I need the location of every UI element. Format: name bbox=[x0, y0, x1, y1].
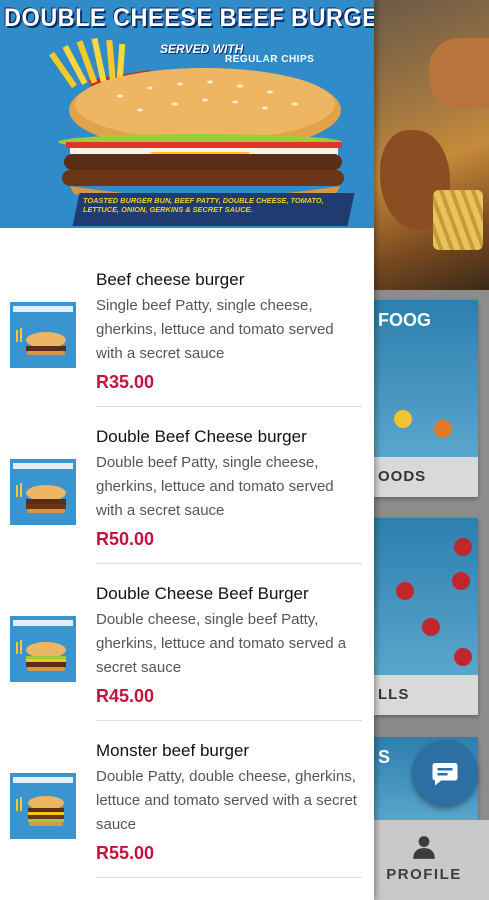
menu-item-thumbnail bbox=[10, 302, 76, 368]
menu-item-thumbnail bbox=[10, 773, 76, 839]
banner-caption: Toasted burger bun, beef patty, double c… bbox=[72, 193, 355, 226]
menu-item-name: Beef cheese burger bbox=[96, 270, 245, 289]
person-icon bbox=[413, 836, 435, 859]
chat-bubble-icon bbox=[432, 763, 458, 786]
category-card-meals[interactable]: LLS bbox=[374, 518, 478, 715]
menu-item-description: Double cheese, single beef Patty, gherki… bbox=[96, 611, 347, 676]
menu-drawer: DOUBLE CHEESE BEEF BURGER SERVED WITH RE… bbox=[0, 0, 374, 900]
category-card-foods[interactable]: FOOG OODS bbox=[374, 300, 478, 497]
menu-item[interactable]: Beef cheese burger Single beef Patty, si… bbox=[0, 250, 374, 407]
divider bbox=[96, 877, 362, 878]
menu-item-description: Double Patty, double cheese, gherkins, l… bbox=[96, 768, 357, 833]
menu-item[interactable]: Double Beef Cheese burger Double beef Pa… bbox=[0, 407, 374, 564]
menu-item-price: R50.00 bbox=[96, 529, 155, 549]
menu-item-description: Single beef Patty, single cheese, gherki… bbox=[96, 297, 334, 362]
menu-item-price: R35.00 bbox=[96, 372, 155, 392]
menu-item-price: R45.00 bbox=[96, 686, 155, 706]
menu-item-price: R55.00 bbox=[96, 843, 155, 863]
menu-item-name: Monster beef burger bbox=[96, 741, 250, 760]
background-food-photo bbox=[374, 0, 489, 290]
menu-item-name: Double Beef Cheese burger bbox=[96, 427, 307, 446]
chat-button[interactable] bbox=[412, 740, 478, 806]
menu-item[interactable]: Monster beef burger Double Patty, double… bbox=[0, 721, 374, 878]
nav-tab-profile[interactable]: PROFILE bbox=[376, 830, 472, 892]
menu-item[interactable]: Double Cheese Beef Burger Double cheese,… bbox=[0, 564, 374, 721]
category-card-image: FOOG bbox=[374, 300, 478, 457]
menu-item-thumbnail bbox=[10, 459, 76, 525]
nav-tab-profile-label: PROFILE bbox=[386, 866, 462, 883]
category-card-label: OODS bbox=[374, 457, 478, 497]
category-card-image bbox=[374, 518, 478, 675]
menu-item-description: Double beef Patty, single cheese, gherki… bbox=[96, 454, 334, 519]
banner-title: DOUBLE CHEESE BEEF BURGER bbox=[4, 4, 374, 32]
menu-item-thumbnail bbox=[10, 616, 76, 682]
menu-item-name: Double Cheese Beef Burger bbox=[96, 584, 309, 603]
menu-list: Beef cheese burger Single beef Patty, si… bbox=[0, 250, 374, 878]
category-card-label: LLS bbox=[374, 675, 478, 715]
promo-banner: DOUBLE CHEESE BEEF BURGER SERVED WITH RE… bbox=[0, 0, 374, 228]
